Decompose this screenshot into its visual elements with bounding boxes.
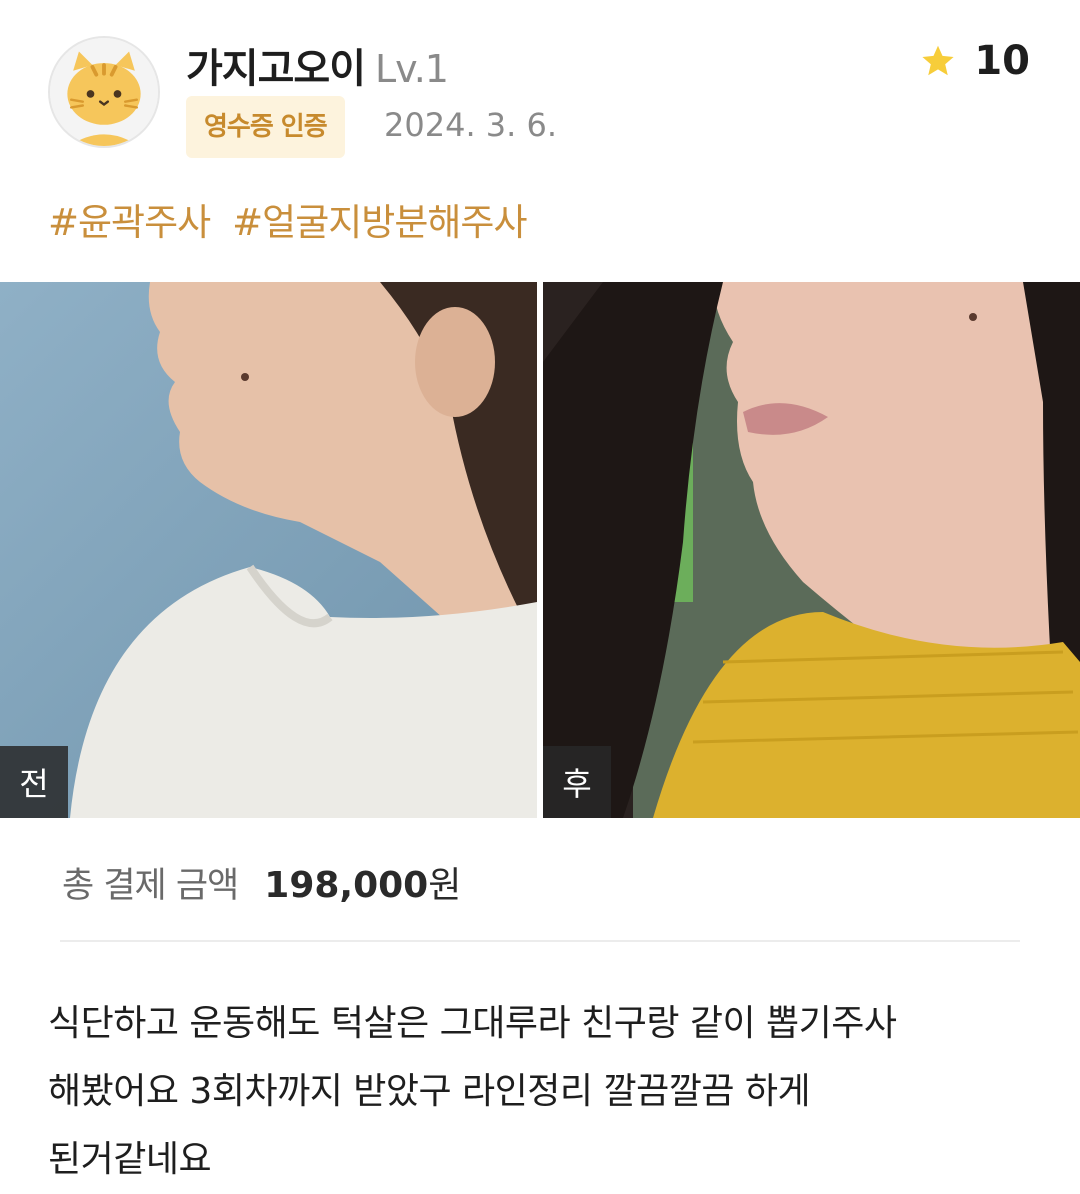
review-line: 해봤어요 3회차까지 받았구 라인정리 깔끔깔끔 하게 [48,1071,811,1112]
before-label: 전 [0,746,68,818]
rating-value: 10 [974,38,1030,84]
receipt-verified-badge: 영수증 인증 [186,96,345,158]
payment-label: 총 결제 금액 [62,866,239,906]
rating: 10 [920,38,1030,84]
post-date: 2024. 3. 6. [384,106,558,144]
before-after-photos: 전 후 [0,282,1080,818]
review-body: 식단하고 운동해도 턱살은 그대루라 친구랑 같이 뽑기주사 해봤어요 3회차까… [48,990,1038,1194]
cat-avatar-icon [50,38,158,146]
review-line: 식단하고 운동해도 턱살은 그대루라 친구랑 같이 뽑기주사 [48,1003,897,1044]
avatar[interactable] [48,36,160,148]
after-label: 후 [543,746,611,818]
star-icon [922,45,954,76]
after-photo[interactable]: 후 [543,282,1080,818]
tag-item[interactable]: #윤곽주사 [48,192,211,246]
payment-amount: 198,000원 [264,856,461,908]
divider [60,940,1020,942]
payment-amount-value: 198,000 [264,865,429,906]
tag-item[interactable]: #얼굴지방분해주사 [232,192,527,246]
tag-list: #윤곽주사 #얼굴지방분해주사 [48,192,528,246]
author-level: Lv.1 [375,47,449,91]
payment-unit: 원 [428,865,462,906]
author-name-text: 가지고오이 [186,46,366,92]
author-name[interactable]: 가지고오이 Lv.1 [186,36,449,94]
payment-summary: 총 결제 금액 198,000원 [62,856,461,908]
before-photo[interactable]: 전 [0,282,537,818]
